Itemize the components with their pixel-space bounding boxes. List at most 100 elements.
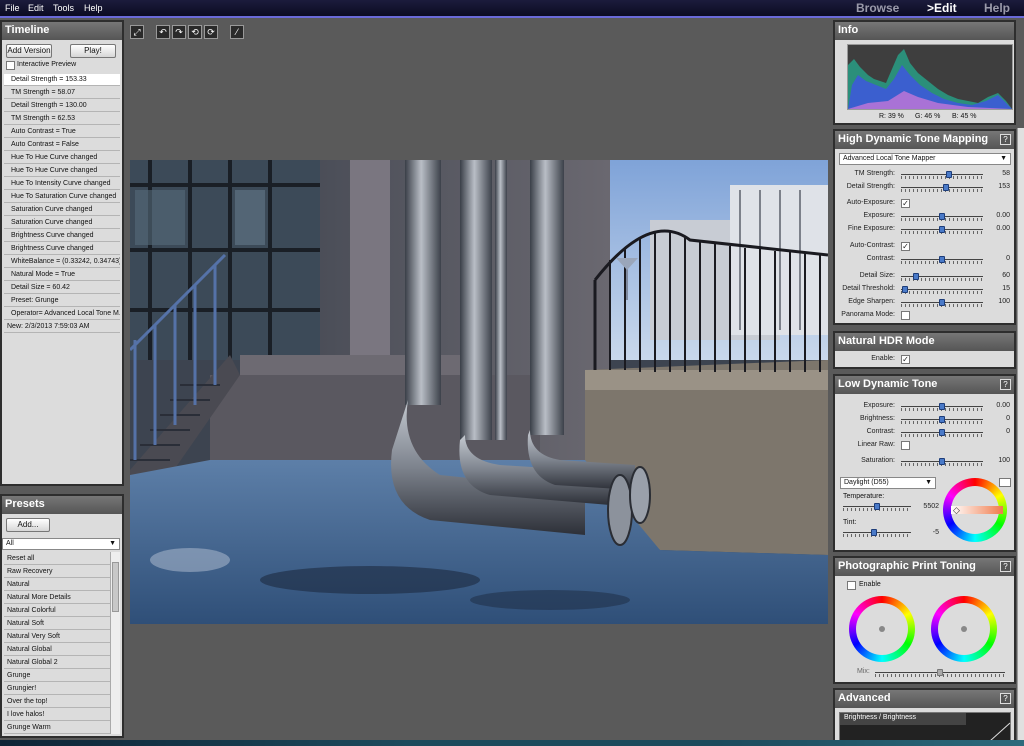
play-button[interactable]: Play!: [70, 44, 116, 58]
detail-threshold-slider[interactable]: [901, 286, 983, 294]
history-item[interactable]: New: 2/3/2013 7:59:03 AM: [4, 321, 120, 333]
preset-item[interactable]: Natural Colorful: [4, 604, 110, 617]
history-item[interactable]: Saturation Curve changed: [4, 204, 120, 216]
history-item[interactable]: Brightness Curve changed: [4, 230, 120, 242]
history-item[interactable]: Operator= Advanced Local Tone M...: [4, 308, 120, 320]
fine-exposure-slider[interactable]: [901, 226, 983, 234]
right-panel-scrollbar[interactable]: [1017, 128, 1024, 740]
slider-thumb[interactable]: [939, 213, 945, 220]
preset-item[interactable]: Grungier!: [4, 682, 110, 695]
slider-thumb[interactable]: [939, 416, 945, 423]
history-item[interactable]: Hue To Intensity Curve changed: [4, 178, 120, 190]
preset-item[interactable]: I love halos!: [4, 708, 110, 721]
slider-thumb[interactable]: [912, 273, 919, 280]
photo-preview[interactable]: [130, 160, 828, 624]
detail-strength-slider[interactable]: [901, 184, 983, 192]
contrast-slider[interactable]: [901, 256, 983, 264]
history-item[interactable]: Detail Strength = 153.33: [4, 74, 120, 86]
preset-filter-select[interactable]: All ▼: [2, 538, 120, 550]
slider-thumb[interactable]: [939, 458, 945, 465]
tm-strength-slider[interactable]: [901, 171, 983, 179]
menu-help[interactable]: Help: [84, 3, 103, 13]
toning-center-marker[interactable]: [961, 626, 967, 632]
tint-slider[interactable]: [843, 529, 911, 537]
history-item[interactable]: Saturation Curve changed: [4, 217, 120, 229]
auto-exposure-checkbox[interactable]: ✓: [901, 199, 910, 208]
ldr-contrast-slider[interactable]: [901, 429, 983, 437]
preset-item[interactable]: Natural Very Soft: [4, 630, 110, 643]
rotate-right-icon[interactable]: ⟳: [204, 25, 218, 39]
preset-item[interactable]: Grunge: [4, 669, 110, 682]
slider-thumb[interactable]: [939, 429, 945, 436]
edge-sharpen-slider[interactable]: [901, 299, 983, 307]
history-item[interactable]: Hue To Saturation Curve changed: [4, 191, 120, 203]
slider-thumb[interactable]: [939, 226, 945, 233]
slider-thumb[interactable]: [939, 256, 945, 263]
preset-item[interactable]: Grunge Warm: [4, 721, 110, 734]
nav-help[interactable]: Help: [984, 1, 1010, 15]
highlight-toning-wheel[interactable]: [849, 596, 915, 662]
history-item[interactable]: Auto Contrast = True: [4, 126, 120, 138]
slider-thumb[interactable]: [943, 184, 950, 191]
saturation-slider[interactable]: [901, 458, 983, 466]
toning-center-marker[interactable]: [879, 626, 885, 632]
preset-item[interactable]: Natural Global 2: [4, 656, 110, 669]
nav-browse[interactable]: Browse: [856, 1, 899, 15]
hdr-help-button[interactable]: ?: [1000, 134, 1011, 145]
menu-file[interactable]: File: [5, 3, 20, 13]
color-swatch[interactable]: [999, 478, 1011, 487]
preset-scrollbar[interactable]: [110, 552, 120, 734]
panorama-mode-checkbox[interactable]: [901, 311, 910, 320]
natural-enable-checkbox[interactable]: ✓: [901, 355, 910, 364]
slider-thumb[interactable]: [870, 529, 877, 536]
curve-editor[interactable]: Brightness / Brightness: [839, 712, 1011, 742]
history-item[interactable]: Auto Contrast = False: [4, 139, 120, 151]
slider-thumb[interactable]: [945, 171, 952, 178]
auto-contrast-checkbox[interactable]: ✓: [901, 242, 910, 251]
straighten-icon[interactable]: ⁄: [230, 25, 244, 39]
menu-tools[interactable]: Tools: [53, 3, 74, 13]
advanced-help-button[interactable]: ?: [1000, 693, 1011, 704]
preset-item[interactable]: Natural Soft: [4, 617, 110, 630]
redo-icon[interactable]: ↷: [172, 25, 186, 39]
menu-edit[interactable]: Edit: [28, 3, 44, 13]
preset-item[interactable]: Reset all: [4, 552, 110, 565]
history-item[interactable]: Brightness Curve changed: [4, 243, 120, 255]
temperature-slider[interactable]: [843, 503, 911, 511]
preset-item[interactable]: Natural Global: [4, 643, 110, 656]
wb-marker-icon[interactable]: ◇: [953, 505, 960, 516]
preset-item[interactable]: Natural More Details: [4, 591, 110, 604]
undo-icon[interactable]: ↶: [156, 25, 170, 39]
exposure-slider[interactable]: [901, 213, 983, 221]
history-item[interactable]: TM Strength = 62.53: [4, 113, 120, 125]
add-version-button[interactable]: Add Version: [6, 44, 52, 58]
interactive-preview-checkbox[interactable]: [6, 61, 15, 70]
slider-thumb[interactable]: [902, 286, 909, 293]
color-wheel[interactable]: ◇: [943, 478, 1007, 542]
history-item[interactable]: WhiteBalance = (0.33242, 0.34743): [4, 256, 120, 268]
nav-edit[interactable]: >Edit: [927, 1, 957, 15]
history-item[interactable]: Detail Strength = 130.00: [4, 100, 120, 112]
shadow-toning-wheel[interactable]: [931, 596, 997, 662]
tone-mapper-select[interactable]: Advanced Local Tone Mapper ▼: [839, 153, 1011, 165]
print-toning-enable-checkbox[interactable]: [847, 581, 856, 590]
detail-size-slider[interactable]: [901, 273, 983, 281]
history-item[interactable]: Natural Mode = True: [4, 269, 120, 281]
white-balance-select[interactable]: Daylight (D55) ▼: [840, 477, 936, 489]
fit-screen-icon[interactable]: ⤢: [130, 25, 144, 39]
preset-item[interactable]: Over the top!: [4, 695, 110, 708]
mix-slider[interactable]: [875, 669, 1005, 677]
preset-item[interactable]: Natural: [4, 578, 110, 591]
slider-thumb[interactable]: [874, 503, 880, 510]
preset-scroll-thumb[interactable]: [112, 562, 119, 612]
rotate-left-icon[interactable]: ⟲: [188, 25, 202, 39]
slider-thumb[interactable]: [939, 299, 945, 306]
brightness-slider[interactable]: [901, 416, 983, 424]
linear-raw-checkbox[interactable]: [901, 441, 910, 450]
history-item[interactable]: Detail Size = 60.42: [4, 282, 120, 294]
history-item[interactable]: Preset: Grunge: [4, 295, 120, 307]
add-preset-button[interactable]: Add...: [6, 518, 50, 532]
history-item[interactable]: Hue To Hue Curve changed: [4, 165, 120, 177]
slider-thumb[interactable]: [939, 403, 945, 410]
slider-thumb[interactable]: [937, 669, 943, 676]
